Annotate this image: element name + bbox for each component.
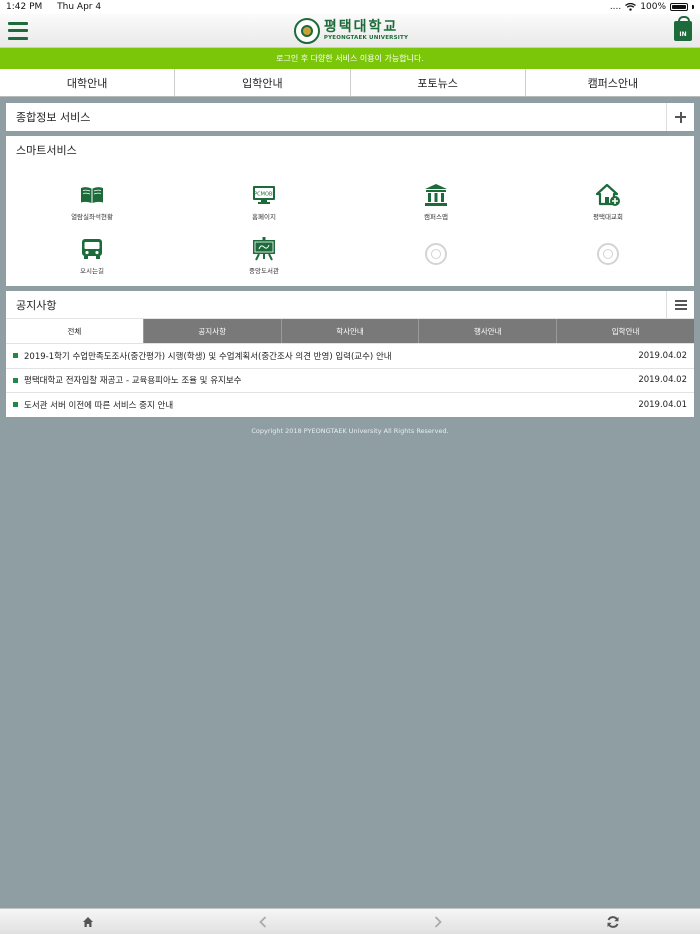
battery-tip: [692, 5, 694, 9]
logo-text: 평택대학교 PYEONGTAEK UNIVERSITY: [324, 20, 408, 42]
nav-university-info[interactable]: 대학안내: [0, 69, 176, 96]
nav-photo-news[interactable]: 포토뉴스: [351, 69, 526, 96]
service-homepage[interactable]: PCMOBI 홈페이지: [178, 174, 350, 228]
smart-service-grid: 열람실좌석현황 PCMOBI 홈페이지 캠퍼스맵 평택대교회 오시는길 중앙도서…: [6, 164, 694, 286]
tab-all[interactable]: 전체: [6, 319, 144, 343]
hamburger-menu-icon[interactable]: [8, 21, 28, 40]
logo-korean: 평택대학교: [323, 18, 399, 35]
notice-list: 2019-1학기 수업만족도조사(중간평가) 시행(학생) 및 수업계획서(중간…: [6, 343, 694, 417]
status-time: 1:42 PM: [6, 2, 43, 12]
home-icon[interactable]: [68, 912, 108, 932]
notice-title: 도서관 서버 이전에 따른 서비스 중지 안내: [24, 400, 174, 411]
service-placeholder: [350, 228, 522, 282]
refresh-icon[interactable]: [593, 912, 633, 932]
status-date: Thu Apr 4: [57, 2, 102, 12]
plus-icon: [675, 111, 686, 123]
login-notice-text: 로그인 후 다양한 서비스 이용이 가능합니다.: [276, 54, 424, 63]
service-reading-room[interactable]: 열람실좌석현황: [6, 174, 178, 228]
notice-title: 평택대학교 전자입찰 재공고 - 교육용피아노 조율 및 유지보수: [24, 376, 242, 387]
bus-icon: [79, 236, 105, 262]
service-church[interactable]: 평택대교회: [522, 174, 694, 228]
monitor-icon: PCMOBI: [251, 182, 277, 208]
service-label: 캠퍼스맵: [424, 212, 448, 221]
forward-chevron-icon[interactable]: [418, 912, 458, 932]
service-central-library[interactable]: 중앙도서관: [178, 228, 350, 282]
notice-date: 2019.04.02: [638, 375, 687, 386]
notices-title: 공지사항: [16, 298, 57, 312]
wifi-icon: [625, 3, 637, 11]
bullet-icon: [13, 353, 18, 359]
bottom-toolbar: [0, 908, 700, 934]
login-notice-bar: 로그인 후 다양한 서비스 이용이 가능합니다.: [0, 48, 700, 69]
building-icon: [423, 182, 449, 208]
smart-service-panel: 스마트서비스 열람실좌석현황 PCMOBI 홈페이지 캠퍼스맵 평택대교회 오시…: [6, 136, 694, 286]
service-directions[interactable]: 오시는길: [6, 228, 178, 282]
smart-service-header: 스마트서비스: [6, 136, 694, 164]
top-nav: 대학안내 입학안내 포토뉴스 캠퍼스안내: [0, 69, 700, 97]
bullet-icon: [13, 377, 18, 383]
info-service-header: 종합정보 서비스: [6, 103, 694, 131]
nav-admission-info[interactable]: 입학안내: [175, 69, 351, 96]
notice-date: 2019.04.01: [638, 399, 687, 410]
expand-info-service-button[interactable]: [666, 103, 694, 131]
battery-percent: 100%: [640, 2, 666, 12]
service-label: 오시는길: [80, 266, 104, 275]
tab-admission[interactable]: 입학안내: [557, 319, 694, 343]
placeholder-seal-icon: [425, 242, 447, 265]
battery-icon: [670, 3, 688, 11]
status-right: .... 100%: [610, 2, 694, 12]
list-icon: [674, 299, 687, 310]
notice-tabs: 전체 공지사항 학사안내 행사안내 입학안내: [6, 319, 694, 343]
placeholder-seal-icon: [597, 242, 619, 265]
login-lock-icon[interactable]: IN: [673, 15, 692, 41]
notices-list-button[interactable]: [666, 291, 694, 318]
service-placeholder: [522, 228, 694, 282]
logo-english: PYEONGTAEK UNIVERSITY: [323, 34, 409, 41]
tab-notice[interactable]: 공지사항: [143, 319, 282, 343]
service-label: 중앙도서관: [249, 266, 279, 275]
info-service-title: 종합정보 서비스: [16, 111, 91, 124]
list-item[interactable]: 도서관 서버 이전에 따른 서비스 중지 안내 2019.04.01: [6, 392, 694, 417]
notices-panel: 공지사항 전체 공지사항 학사안내 행사안내 입학안내 2019-1학기 수업만…: [6, 291, 694, 417]
back-chevron-icon[interactable]: [243, 912, 283, 932]
signal-dots: ....: [609, 2, 622, 12]
notice-title: 2019-1학기 수업만족도조사(중간평가) 시행(학생) 및 수업계획서(중간…: [24, 351, 392, 362]
copyright-text: Copyright 2018 PYEONGTAEK University All…: [251, 426, 449, 435]
list-item[interactable]: 2019-1학기 수업만족도조사(중간평가) 시행(학생) 및 수업계획서(중간…: [6, 343, 694, 368]
service-label: 평택대교회: [593, 212, 623, 221]
tab-academic[interactable]: 학사안내: [281, 319, 420, 343]
app-header: 평택대학교 PYEONGTAEK UNIVERSITY IN: [0, 14, 700, 48]
tab-events[interactable]: 행사안내: [419, 319, 558, 343]
notice-date: 2019.04.02: [638, 350, 687, 361]
service-campus-map[interactable]: 캠퍼스맵: [350, 174, 522, 228]
nav-campus-info[interactable]: 캠퍼스안내: [526, 69, 700, 96]
status-bar: 1:42 PM Thu Apr 4 .... 100%: [0, 0, 700, 14]
university-logo[interactable]: 평택대학교 PYEONGTAEK UNIVERSITY: [293, 17, 408, 44]
status-left: 1:42 PM Thu Apr 4: [6, 2, 113, 12]
church-home-icon: [595, 182, 621, 208]
smart-service-title: 스마트서비스: [16, 144, 77, 157]
service-label: 홈페이지: [252, 212, 276, 221]
library-board-icon: [251, 236, 277, 262]
notices-header: 공지사항: [6, 291, 694, 319]
university-seal-icon: [293, 17, 320, 44]
service-label: 열람실좌석현황: [71, 212, 113, 221]
info-service-panel: 종합정보 서비스: [6, 103, 694, 131]
book-icon: [79, 182, 105, 208]
bullet-icon: [13, 402, 18, 408]
login-label: IN: [679, 30, 687, 38]
monitor-badge-text: PCMOBI: [254, 191, 274, 197]
list-item[interactable]: 평택대학교 전자입찰 재공고 - 교육용피아노 조율 및 유지보수 2019.0…: [6, 367, 694, 393]
